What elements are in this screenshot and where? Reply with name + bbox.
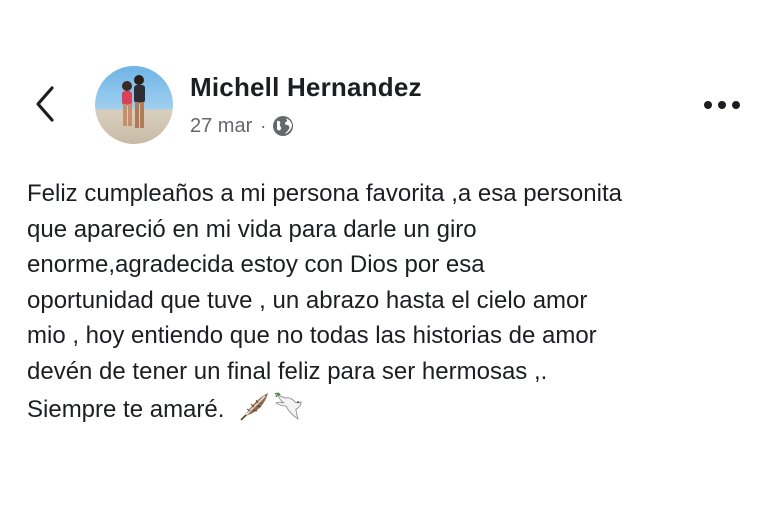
post-text: Feliz cumpleaños a mi persona favorita ,…	[27, 176, 757, 434]
post-line: devén de tener un final feliz para ser h…	[27, 357, 548, 385]
profile-photo	[95, 66, 173, 144]
post-line-text: Siempre te amaré.	[27, 396, 225, 423]
author-name[interactable]: Michell Hernandez	[190, 72, 422, 103]
post-meta: 27 mar ·	[190, 113, 294, 139]
back-button[interactable]	[28, 84, 64, 124]
post-line: Feliz cumpleaños a mi persona favorita ,…	[27, 180, 622, 207]
meta-separator: ·	[260, 116, 267, 136]
dove-icon	[275, 392, 302, 421]
post-date[interactable]: 27 mar	[190, 115, 252, 138]
chevron-left-icon	[36, 86, 54, 122]
emoji-group	[238, 389, 306, 434]
post-line-last: Siempre te amaré.	[27, 389, 757, 434]
post-line: que apareció en mi vida para darle un gi…	[27, 215, 477, 243]
feather-icon	[240, 393, 269, 421]
post-line: oportunidad que tuve , un abrazo hasta e…	[27, 286, 588, 314]
more-options-button[interactable]	[698, 88, 746, 120]
post-line: enorme,agradecida estoy con Dios por esa	[27, 251, 485, 278]
globe-icon[interactable]	[272, 115, 294, 137]
post-line: mio , hoy entiendo que no todas las hist…	[27, 322, 597, 349]
more-dots-icon	[704, 101, 740, 109]
post-header: Michell Hernandez 27 mar ·	[0, 0, 768, 160]
avatar[interactable]	[95, 66, 173, 144]
